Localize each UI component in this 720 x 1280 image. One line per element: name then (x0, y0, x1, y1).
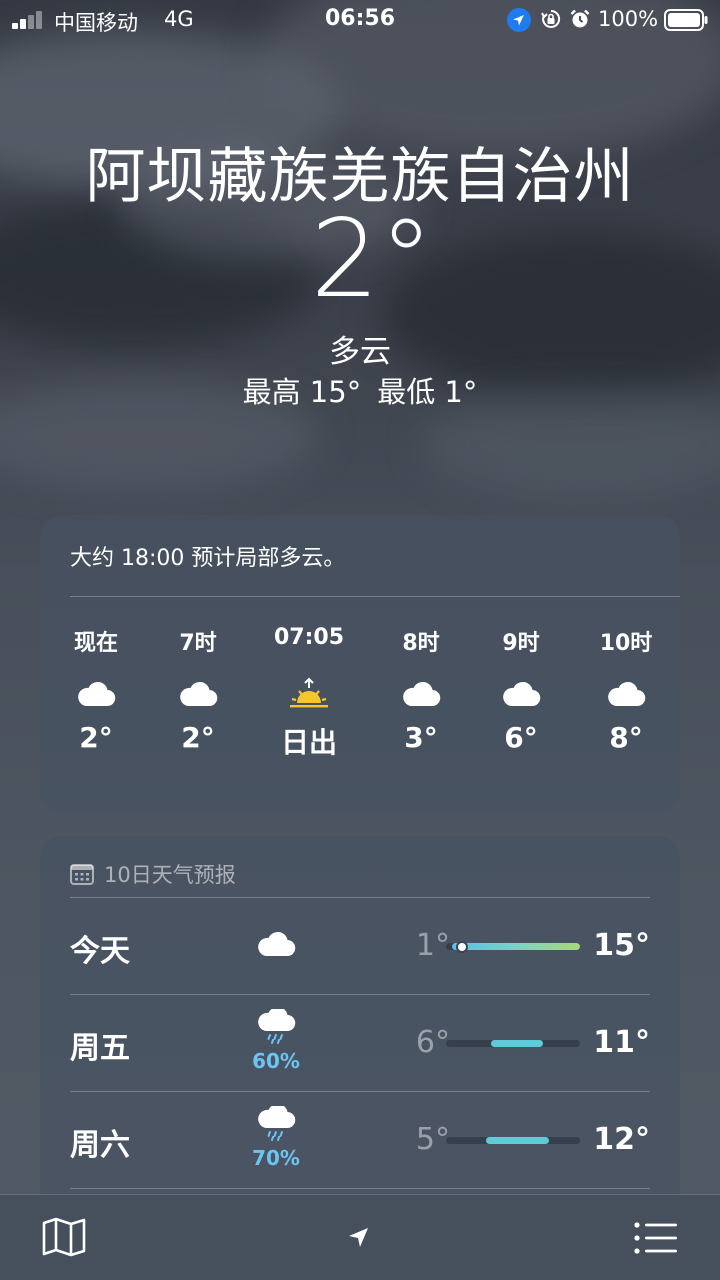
battery-icon (664, 9, 708, 31)
hour-temperature: 8° (609, 721, 643, 754)
hour-label: 10时 (599, 631, 653, 656)
day-name: 周五 (70, 1031, 130, 1066)
cloud-icon (576, 655, 676, 721)
hour-temperature: 6° (504, 721, 538, 754)
temperature-range-bar (446, 940, 580, 953)
cloud-icon (46, 655, 146, 721)
cloud-icon (371, 655, 471, 721)
day-name: 今天 (70, 934, 130, 969)
cloud-icon (148, 655, 248, 721)
daily-row: 周六 70% 5° 12° (70, 1092, 650, 1189)
hourly-item: 9时 6° (471, 625, 571, 754)
day-name: 周六 (70, 1128, 130, 1163)
hour-label: 9时 (502, 631, 540, 656)
hour-temperature: 2° (79, 721, 113, 754)
hour-temperature: 3° (404, 721, 438, 754)
hour-label: 7时 (179, 631, 217, 656)
map-icon[interactable] (42, 1217, 86, 1261)
day-high-temp: 12° (593, 1122, 650, 1157)
rotation-lock-icon (540, 8, 562, 30)
day-high-temp: 15° (593, 928, 650, 963)
high-temperature: 最高 15° (242, 375, 362, 409)
high-low-temperature: 最高 15° 最低 1° (0, 369, 720, 411)
temperature-range-fill (452, 943, 580, 950)
hour-label: 8时 (402, 631, 440, 656)
current-temp-marker (456, 940, 468, 953)
temperature-range-fill (491, 1040, 543, 1047)
alarm-icon (569, 8, 591, 30)
bottom-toolbar (0, 1194, 720, 1280)
low-temperature: 最低 1° (377, 375, 478, 409)
daily-forecast-card[interactable]: 10日天气预报 今天 1° 15° 周五 60% 6° 11° 周六 70% 5… (40, 836, 680, 1256)
hourly-summary: 大约 18:00 预计局部多云。 (70, 546, 346, 571)
cloud-icon (246, 931, 306, 961)
hour-temperature: 日出 (280, 726, 337, 759)
hourly-item: 现在 2° (46, 625, 146, 754)
daily-forecast-title: 10日天气预报 (104, 863, 236, 887)
location-services-icon (507, 8, 531, 32)
hourly-item: 07:05 日出 (259, 625, 359, 761)
calendar-icon (70, 864, 94, 885)
current-temperature: 2° (310, 197, 434, 322)
temperature-range-fill (486, 1137, 549, 1144)
city-list-icon[interactable] (634, 1221, 678, 1259)
hourly-item: 7时 2° (148, 625, 248, 754)
cloud-icon (471, 655, 571, 721)
battery-percentage: 100% (598, 7, 659, 31)
temperature-range-bar (446, 1040, 580, 1047)
current-location-icon[interactable] (346, 1225, 372, 1255)
current-condition: 多云 (329, 334, 391, 370)
precipitation-chance: 70% (252, 1146, 300, 1170)
cloud-rain-icon: 70% (246, 1103, 306, 1170)
precipitation-chance: 60% (252, 1049, 300, 1073)
divider (70, 1188, 650, 1189)
daily-row: 周五 60% 6° 11° (70, 995, 650, 1092)
hour-label: 现在 (73, 631, 118, 656)
hourly-item: 10时 8° (576, 625, 676, 754)
temperature-range-bar (446, 1137, 580, 1144)
hourly-forecast-card[interactable]: 大约 18:00 预计局部多云。 现在 2° 7时 2° 07:05 日出 8时… (40, 515, 680, 813)
day-high-temp: 11° (593, 1025, 650, 1060)
cloud-rain-icon: 60% (246, 1006, 306, 1073)
daily-row: 今天 1° 15° (70, 898, 650, 995)
status-bar: 中国移动 4G 06:56 100% (0, 0, 720, 40)
daily-forecast-header: 10日天气预报 (70, 859, 236, 889)
hour-label: 07:05 (273, 625, 345, 650)
sunrise-icon (259, 655, 359, 721)
divider (70, 596, 680, 597)
hour-temperature: 2° (181, 721, 215, 754)
hourly-item: 8时 3° (371, 625, 471, 754)
